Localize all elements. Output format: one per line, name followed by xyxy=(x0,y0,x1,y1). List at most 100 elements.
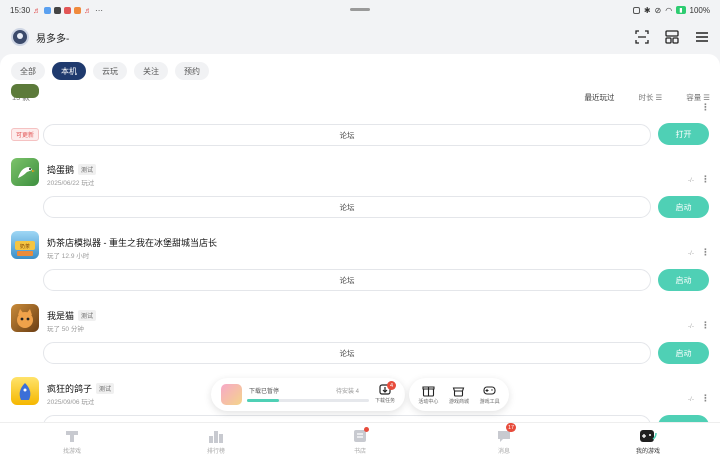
app-notification-icon xyxy=(64,6,72,14)
battery-level: 100% xyxy=(689,5,710,15)
test-tag: 测试 xyxy=(78,310,97,321)
wifi-icon: ◠ xyxy=(665,5,673,15)
game-store-button[interactable]: 游戏商城 xyxy=(445,384,473,405)
more-notifications-icon: ··· xyxy=(95,5,104,15)
game-icon[interactable]: 奶茶 xyxy=(11,231,39,259)
game-size: -/- xyxy=(687,396,694,403)
nav-find-games[interactable]: 找游戏 xyxy=(0,423,144,461)
game-subtitle: 2025/09/06 玩过 xyxy=(47,399,95,406)
tab-local[interactable]: 本机 xyxy=(52,62,86,80)
game-store-label: 游戏商城 xyxy=(448,399,469,405)
launch-button[interactable]: 启动 xyxy=(658,269,709,291)
nav-bookstore[interactable]: 书店 xyxy=(288,423,432,461)
launch-button[interactable]: 启动 xyxy=(658,196,709,218)
filter-tabs: 全部 本机 云玩 关注 预约 xyxy=(11,62,209,80)
nav-ranking[interactable]: 排行榜 xyxy=(144,423,288,461)
game-title[interactable]: 我是猫 xyxy=(47,309,74,322)
game-icon[interactable] xyxy=(11,158,39,186)
update-badge: 可更新 xyxy=(11,128,40,141)
game-tools-button[interactable]: 游戏工具 xyxy=(476,384,504,405)
sort-icon: ☰ xyxy=(703,92,710,102)
sort-size[interactable]: 容量 ☰ xyxy=(686,92,710,103)
forum-button[interactable]: 论坛 xyxy=(43,196,651,218)
launch-button[interactable]: 启动 xyxy=(658,342,709,364)
window-handle[interactable] xyxy=(350,8,370,11)
more-options-icon[interactable]: ⋮ xyxy=(701,247,710,258)
game-title[interactable]: 疯狂的鸽子 xyxy=(47,382,92,395)
tab-reserved[interactable]: 预约 xyxy=(175,62,209,80)
activity-center-button[interactable]: 活动中心 xyxy=(414,384,442,405)
nav-messages[interactable]: 17 消息 xyxy=(432,423,576,461)
game-subtitle: 玩了 50 分钟 xyxy=(47,326,84,333)
game-subtitle: 玩了 12.9 小时 xyxy=(47,253,90,260)
scan-icon[interactable] xyxy=(635,30,649,44)
message-icon: 17 xyxy=(496,423,517,443)
game-icon[interactable] xyxy=(11,377,39,405)
music-icon: ♬ xyxy=(84,5,93,15)
more-options-icon[interactable]: ⋮ xyxy=(701,102,710,113)
nav-label: 消息 xyxy=(497,449,510,455)
game-icon[interactable] xyxy=(11,304,39,332)
status-time: 15:30 xyxy=(10,5,31,15)
forum-button[interactable]: 论坛 xyxy=(43,342,651,364)
tab-following[interactable]: 关注 xyxy=(134,62,168,80)
test-tag: 测试 xyxy=(96,383,115,394)
app-notification-icon xyxy=(54,6,62,14)
sort-row: 15 款 最近玩过 时长☰ 容量☰ xyxy=(12,90,710,104)
username[interactable]: 易多多- xyxy=(36,30,69,45)
download-tasks-button[interactable]: 4 下载任务 xyxy=(374,381,396,404)
more-options-icon[interactable]: ⋮ xyxy=(701,393,710,404)
battery-icon: ▮ xyxy=(676,6,686,14)
pending-install-count: 待安装 4 xyxy=(336,389,360,395)
download-tasks-label: 下载任务 xyxy=(374,398,395,404)
forum-button[interactable]: 论坛 xyxy=(43,124,651,146)
game-size: -/- xyxy=(687,250,694,257)
game-subtitle: 2025/06/22 玩过 xyxy=(47,180,95,187)
menu-icon[interactable] xyxy=(695,30,709,44)
forum-button[interactable]: 论坛 xyxy=(43,415,651,422)
sort-playtime[interactable]: 时长 ☰ xyxy=(639,92,663,103)
download-progress xyxy=(247,399,369,402)
grid-icon[interactable] xyxy=(665,30,679,44)
tools-float-bar: 活动中心 游戏商城 游戏工具 xyxy=(409,378,509,411)
game-size: -/- xyxy=(687,177,694,184)
ranking-icon xyxy=(208,429,224,443)
bottom-nav: 找游戏 排行榜 书店 17 消息 我的游戏 xyxy=(0,422,720,461)
open-button[interactable]: 打开 xyxy=(658,123,709,145)
more-options-icon[interactable]: ⋮ xyxy=(701,320,710,331)
nav-label: 找游戏 xyxy=(62,449,81,455)
top-bar: 易多多- xyxy=(0,20,720,54)
download-badge: 4 xyxy=(387,381,396,390)
download-progress-fill xyxy=(247,399,279,402)
nav-my-games[interactable]: 我的游戏 xyxy=(576,423,720,461)
test-tag: 测试 xyxy=(78,164,97,175)
download-float-bar[interactable]: 下载已暂停 待安装 4 4 下载任务 xyxy=(211,378,405,411)
bluetooth-icon: ✱ xyxy=(643,5,651,15)
forum-button[interactable]: 论坛 xyxy=(43,269,651,291)
app-notification-icon xyxy=(74,6,82,14)
download-status: 下载已暂停 xyxy=(249,389,280,395)
activity-center-label: 活动中心 xyxy=(418,399,439,405)
tab-all[interactable]: 全部 xyxy=(11,62,45,80)
status-bar: 15:30 ♬ ♬ ··· ✱ ⊘ ◠ ▮ 100% xyxy=(0,0,720,20)
game-title[interactable]: 捣蛋鹅 xyxy=(47,163,74,176)
game-icon[interactable] xyxy=(11,84,39,98)
svg-text:奶茶: 奶茶 xyxy=(20,243,30,250)
download-game-icon xyxy=(221,384,242,405)
gift-icon xyxy=(414,384,442,397)
store-icon xyxy=(445,384,473,397)
tab-cloud[interactable]: 云玩 xyxy=(93,62,127,80)
more-options-icon[interactable]: ⋮ xyxy=(701,174,710,185)
game-title[interactable]: 奶茶店模拟器 - 重生之我在冰堡甜城当店长 xyxy=(47,236,217,249)
nav-label: 书店 xyxy=(353,449,366,455)
sort-icon: ☰ xyxy=(655,92,663,102)
gamepad-icon xyxy=(476,384,504,397)
find-games-icon xyxy=(64,429,80,443)
avatar[interactable] xyxy=(11,28,29,46)
bookstore-icon xyxy=(352,427,369,443)
sort-recent[interactable]: 最近玩过 xyxy=(585,92,615,103)
launch-button[interactable]: 启动 xyxy=(658,415,709,422)
nav-label: 排行榜 xyxy=(206,449,225,455)
game-list-panel: 全部 本机 云玩 关注 预约 15 款 最近玩过 时长☰ 容量☰ ⋮ 可更新 论… xyxy=(0,54,720,422)
nav-label: 我的游戏 xyxy=(635,449,660,455)
